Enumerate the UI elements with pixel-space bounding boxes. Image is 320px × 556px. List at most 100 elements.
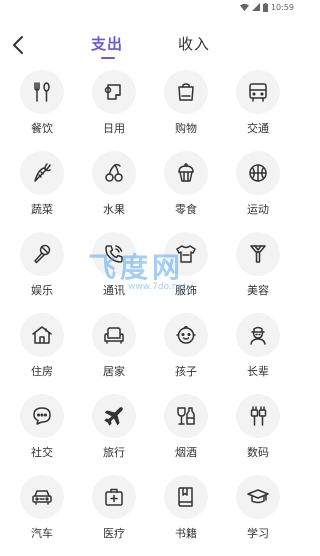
status-bar: 10:59	[0, 0, 300, 14]
chat-bubble-icon	[33, 407, 51, 425]
category-label: 服饰	[175, 284, 197, 297]
category-social[interactable]: 社交	[6, 394, 78, 475]
category-icon-circle	[20, 70, 64, 114]
category-digital[interactable]: 数码	[222, 394, 294, 475]
category-label: 长辈	[247, 365, 269, 378]
category-communication[interactable]: 通讯	[78, 232, 150, 313]
category-home[interactable]: 居家	[78, 313, 150, 394]
category-label: 零食	[175, 203, 197, 216]
category-car[interactable]: 汽车	[6, 475, 78, 556]
category-icon-circle	[20, 151, 64, 195]
category-label: 学习	[247, 527, 269, 540]
category-icon-circle	[164, 70, 208, 114]
sofa-icon	[104, 327, 124, 344]
category-icon-circle	[92, 394, 136, 438]
category-label: 通讯	[103, 284, 125, 297]
airplane-icon	[104, 407, 123, 426]
elder-icon	[250, 326, 266, 345]
category-label: 书籍	[175, 527, 197, 540]
tissue-roll-icon	[104, 84, 121, 100]
status-icons: 10:59	[239, 1, 294, 13]
category-elders[interactable]: 长辈	[222, 313, 294, 394]
category-label: 医疗	[103, 527, 125, 540]
category-icon-circle	[236, 394, 280, 438]
battery-icon	[262, 2, 268, 12]
category-label: 烟酒	[175, 446, 197, 459]
category-icon-circle	[92, 313, 136, 357]
category-icon-circle	[164, 394, 208, 438]
category-label: 美容	[247, 284, 269, 297]
signal-icon	[251, 3, 260, 11]
active-tab-indicator	[101, 57, 115, 59]
tab-expense[interactable]: 支出	[91, 33, 123, 54]
category-label: 购物	[175, 122, 197, 135]
category-label: 运动	[247, 203, 269, 216]
category-icon-circle	[20, 475, 64, 519]
category-icon-circle	[164, 232, 208, 276]
shopping-bag-icon	[178, 83, 194, 101]
category-travel[interactable]: 旅行	[78, 394, 150, 475]
category-label: 蔬菜	[31, 203, 53, 216]
category-label: 交通	[247, 122, 269, 135]
category-icon-circle	[236, 475, 280, 519]
category-tobacco-alcohol[interactable]: 烟酒	[150, 394, 222, 475]
phone-icon	[105, 245, 123, 263]
category-daily-use[interactable]: 日用	[78, 70, 150, 151]
category-label: 住房	[31, 365, 53, 378]
category-housing[interactable]: 住房	[6, 313, 78, 394]
category-dining[interactable]: 餐饮	[6, 70, 78, 151]
category-icon-circle	[92, 232, 136, 276]
category-medical[interactable]: 医疗	[78, 475, 150, 556]
category-icon-circle	[20, 313, 64, 357]
category-sports[interactable]: 运动	[222, 151, 294, 232]
category-icon-circle	[236, 313, 280, 357]
book-icon	[178, 487, 193, 507]
category-vegetables[interactable]: 蔬菜	[6, 151, 78, 232]
category-study[interactable]: 学习	[222, 475, 294, 556]
category-label: 娱乐	[31, 284, 53, 297]
category-icon-circle	[236, 232, 280, 276]
fork-spoon-icon	[34, 82, 50, 102]
category-shopping[interactable]: 购物	[150, 70, 222, 151]
category-icon-circle	[92, 151, 136, 195]
shirt-icon	[176, 245, 196, 263]
category-label: 水果	[103, 203, 125, 216]
category-grid: 餐饮 日用 购物 交通 蔬菜 水果 零食 运动 娱乐 通讯 服饰 美容 住房 居…	[6, 70, 294, 556]
wine-icon	[177, 407, 195, 425]
category-snacks[interactable]: 零食	[150, 151, 222, 232]
category-clothing[interactable]: 服饰	[150, 232, 222, 313]
carrot-icon	[34, 163, 51, 182]
makeup-icon	[250, 245, 266, 263]
baby-icon	[176, 325, 196, 344]
category-label: 旅行	[103, 446, 125, 459]
house-icon	[32, 326, 52, 344]
category-label: 社交	[31, 446, 53, 459]
category-label: 汽车	[31, 527, 53, 540]
category-beauty[interactable]: 美容	[222, 232, 294, 313]
category-label: 居家	[103, 365, 125, 378]
back-button[interactable]	[8, 34, 28, 56]
category-label: 餐饮	[31, 122, 53, 135]
top-bar: 支出 收入	[0, 28, 300, 64]
back-arrow-icon	[13, 36, 23, 54]
category-icon-circle	[236, 151, 280, 195]
basketball-icon	[249, 164, 267, 182]
graduation-cap-icon	[247, 489, 269, 504]
category-children[interactable]: 孩子	[150, 313, 222, 394]
category-fruit[interactable]: 水果	[78, 151, 150, 232]
category-icon-circle	[164, 151, 208, 195]
category-transport[interactable]: 交通	[222, 70, 294, 151]
category-label: 日用	[103, 122, 125, 135]
category-books[interactable]: 书籍	[150, 475, 222, 556]
category-icon-circle	[20, 394, 64, 438]
cherry-icon	[105, 163, 123, 182]
category-icon-circle	[164, 475, 208, 519]
category-icon-circle	[164, 313, 208, 357]
category-icon-circle	[92, 70, 136, 114]
cupcake-icon	[178, 163, 194, 182]
wifi-icon	[239, 3, 249, 11]
microphone-icon	[34, 244, 51, 264]
status-time: 10:59	[270, 2, 294, 12]
tab-income[interactable]: 收入	[178, 33, 210, 54]
category-entertainment[interactable]: 娱乐	[6, 232, 78, 313]
